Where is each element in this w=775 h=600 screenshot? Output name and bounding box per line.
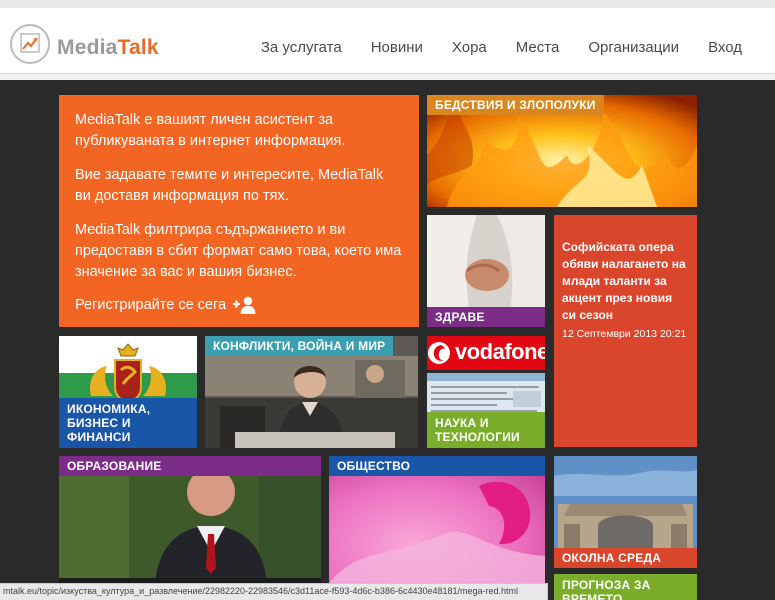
intro-paragraph-1: MediaTalk е вашият личен асистент за пуб… <box>75 112 346 149</box>
news-date: 12 Септември 2013 20:21 <box>562 328 687 340</box>
brand-name[interactable]: MediaTalk <box>57 36 159 60</box>
intro-panel: MediaTalk е вашият личен асистент за пуб… <box>59 95 419 327</box>
site-header: MediaTalk За услугата Новини Хора Места … <box>0 8 775 74</box>
logo[interactable] <box>10 24 50 64</box>
brand-part-media: Media <box>57 36 118 59</box>
news-headline: Софийската опера обяви налагането на мла… <box>562 240 686 322</box>
tile-health[interactable]: ЗДРАВЕ <box>427 215 545 327</box>
tile-science-label: НАУКА И ТЕХНОЛОГИИ <box>427 412 545 448</box>
intro-paragraph-3: MediaTalk филтрира съдържанието и ви пре… <box>75 222 402 280</box>
tile-disasters[interactable]: БЕДСТВИЯ И ЗЛОПОЛУКИ <box>427 95 697 207</box>
tile-conflicts-label: КОНФЛИКТИ, ВОЙНА И МИР <box>205 336 394 356</box>
vodafone-wordmark: vodafone <box>455 339 545 364</box>
tile-disasters-label: БЕДСТВИЯ И ЗЛОПОЛУКИ <box>427 95 604 115</box>
tile-environment-label: ОКОЛНА СРЕДА <box>554 548 697 568</box>
register-link-label: Регистрирайте се сега <box>75 297 227 313</box>
news-tile[interactable]: Софийската опера обяви налагането на мла… <box>554 215 697 447</box>
register-link[interactable]: Регистрирайте се сега <box>75 296 403 314</box>
tile-economy[interactable]: ИКОНОМИКА, БИЗНЕС И ФИНАНСИ <box>59 336 197 448</box>
nav-item-places[interactable]: Места <box>516 39 560 56</box>
intro-paragraph-2: Вие задавате темите и интересите, MediaT… <box>75 167 384 204</box>
tile-society[interactable]: ОБЩЕСТВО <box>329 456 545 583</box>
tile-vodafone-ad[interactable]: vodafone <box>427 336 545 370</box>
tile-education[interactable]: ОБРАЗОВАНИЕ <box>59 456 321 583</box>
header-shadow <box>0 74 775 80</box>
main-nav: За услугата Новини Хора Места Организаци… <box>232 39 742 56</box>
nav-item-organizations[interactable]: Организации <box>588 39 679 56</box>
browser-status-url: mtalk.eu/topic/изкуства_култура_и_развле… <box>0 583 548 600</box>
tile-environment[interactable]: ОКОЛНА СРЕДА <box>554 456 697 568</box>
tile-health-label: ЗДРАВЕ <box>427 307 545 327</box>
browser-top-strip <box>0 0 775 8</box>
tile-economy-label: ИКОНОМИКА, БИЗНЕС И ФИНАНСИ <box>59 398 197 448</box>
nav-item-login[interactable]: Вход <box>708 39 742 56</box>
add-user-icon <box>233 296 256 314</box>
nav-item-about[interactable]: За услугата <box>261 39 342 56</box>
brand-part-talk: Talk <box>117 36 159 59</box>
tile-education-label: ОБРАЗОВАНИЕ <box>59 456 321 476</box>
chart-logo-icon <box>20 33 40 53</box>
tile-science[interactable]: НАУКА И ТЕХНОЛОГИИ <box>427 373 545 448</box>
nav-item-people[interactable]: Хора <box>452 39 487 56</box>
tile-conflicts[interactable]: КОНФЛИКТИ, ВОЙНА И МИР <box>205 336 418 448</box>
tile-weather[interactable]: ПРОГНОЗА ЗА ВРЕМЕТО <box>554 574 697 600</box>
tile-society-label: ОБЩЕСТВО <box>329 456 545 476</box>
nav-item-news[interactable]: Новини <box>371 39 423 56</box>
tile-weather-label: ПРОГНОЗА ЗА ВРЕМЕТО <box>554 574 697 600</box>
